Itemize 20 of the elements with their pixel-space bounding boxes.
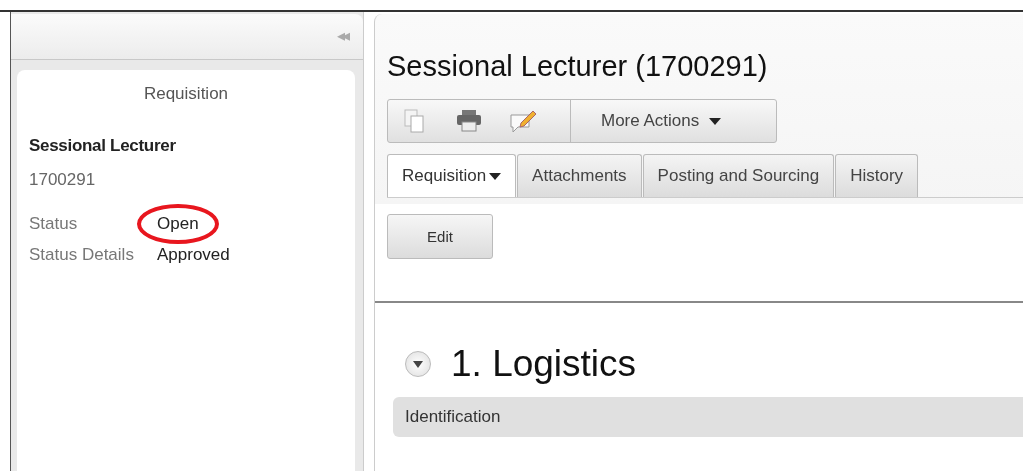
tab[interactable]: Posting and Sourcing xyxy=(642,154,835,197)
field-label: Status Details xyxy=(29,245,135,265)
field-label: Status xyxy=(29,214,79,234)
caret-icon xyxy=(413,360,423,368)
card-title: Requisition xyxy=(142,84,230,104)
caret-icon xyxy=(709,117,722,125)
tab[interactable]: Requisition xyxy=(387,154,517,197)
edit-button[interactable]: Edit xyxy=(387,214,493,259)
subsection-header: Identification xyxy=(393,397,1023,437)
page-title: Sessional Lecturer (1700291) xyxy=(387,50,769,83)
caret-icon xyxy=(489,172,502,180)
job-number: 1700291 xyxy=(29,170,97,190)
field-value: Open xyxy=(137,204,219,244)
tab[interactable]: History xyxy=(835,154,919,197)
tab[interactable]: Attachments xyxy=(517,154,642,197)
more-actions-button[interactable]: More Actions xyxy=(595,110,728,132)
job-title: Sessional Lecturer xyxy=(29,136,177,156)
collapse-toggle[interactable] xyxy=(405,351,431,377)
section-title: 1. Logistics xyxy=(451,343,637,385)
field-value: Approved xyxy=(156,244,231,266)
